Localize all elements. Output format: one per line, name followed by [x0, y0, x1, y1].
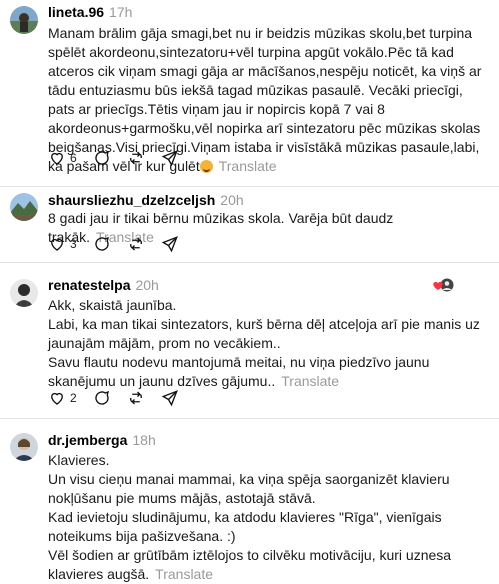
like-button[interactable]: 2 — [48, 389, 77, 407]
author-liked-icon — [433, 278, 454, 292]
post-header: dr.jemberga 18h — [48, 432, 156, 448]
like-button[interactable]: 3 — [48, 235, 77, 253]
repost-button[interactable] — [127, 149, 145, 167]
repost-icon — [129, 151, 142, 165]
comment-icon — [95, 236, 109, 251]
share-button[interactable] — [161, 149, 179, 167]
post-line: Vēl šodien ar grūtībām iztēlojos to cilv… — [48, 547, 452, 582]
reply-button[interactable] — [93, 389, 111, 407]
reply-button[interactable] — [93, 235, 111, 253]
username[interactable]: dr.jemberga — [48, 432, 127, 448]
post-line: Klavieres. — [48, 452, 110, 468]
comment-icon — [95, 150, 109, 165]
post-actions: 2 — [48, 388, 195, 408]
translate-link[interactable]: Translate — [219, 158, 277, 174]
avatar[interactable] — [10, 6, 38, 34]
repost-icon — [129, 391, 142, 405]
like-count: 2 — [70, 391, 77, 405]
post-actions: 3 — [48, 234, 195, 254]
post-header: shaursliezhu_dzelzceljsh 20h — [48, 192, 244, 208]
post-text: Klavieres. Un visu cieņu manai mammai, k… — [48, 451, 488, 584]
avatar[interactable] — [10, 279, 38, 307]
timestamp: 17h — [109, 4, 133, 20]
post-header: renatestelpa 20h — [48, 277, 159, 293]
like-count: 3 — [70, 237, 77, 251]
post-3: renatestelpa 20h Akk, skaistā jaunība. La… — [0, 263, 499, 418]
username[interactable]: lineta.96 — [48, 4, 104, 20]
heart-icon — [51, 238, 63, 251]
avatar[interactable] — [10, 433, 38, 461]
share-icon — [161, 236, 178, 253]
repost-button[interactable] — [127, 235, 145, 253]
post-line: Savu flautu nodevu mantojumā meitai, nu … — [48, 354, 430, 389]
post-1: lineta.96 17h Manam brālim gāja smagi,bet… — [0, 0, 499, 186]
timestamp: 20h — [135, 277, 159, 293]
translate-link[interactable]: Translate — [281, 373, 339, 389]
post-actions: 6 — [48, 148, 195, 168]
avatar[interactable] — [10, 193, 38, 221]
post-line: Kad ievietoju sludinājumu, ka atdodu kla… — [48, 509, 442, 544]
timestamp: 18h — [132, 432, 156, 448]
heart-icon — [51, 152, 63, 165]
post-line: Akk, skaistā jaunība. — [48, 297, 177, 313]
post-4: dr.jemberga 18h Klavieres. Un visu cieņu … — [0, 419, 499, 582]
post-line: Un visu cieņu manai mammai, ka viņa spēj… — [48, 471, 450, 506]
timestamp: 20h — [220, 192, 244, 208]
translate-link[interactable]: Translate — [155, 566, 213, 582]
comment-icon — [95, 390, 109, 405]
repost-icon — [129, 237, 142, 251]
like-button[interactable]: 6 — [48, 149, 77, 167]
post-line: Labi, ka man tikai sintezators, kurš bēr… — [48, 316, 480, 351]
heart-icon — [51, 392, 63, 405]
like-count: 6 — [70, 151, 77, 165]
username[interactable]: shaursliezhu_dzelzceljsh — [48, 192, 215, 208]
post-header: lineta.96 17h — [48, 4, 132, 20]
username[interactable]: renatestelpa — [48, 277, 130, 293]
grinning-emoji-icon — [199, 160, 213, 173]
share-button[interactable] — [161, 389, 179, 407]
share-button[interactable] — [161, 235, 179, 253]
reply-button[interactable] — [93, 149, 111, 167]
repost-button[interactable] — [127, 389, 145, 407]
post-2: shaursliezhu_dzelzceljsh 20h 8 gadi jau i… — [0, 187, 499, 262]
share-icon — [161, 150, 178, 167]
post-text: Akk, skaistā jaunība. Labi, ka man tikai… — [48, 296, 488, 391]
share-icon — [161, 390, 178, 407]
